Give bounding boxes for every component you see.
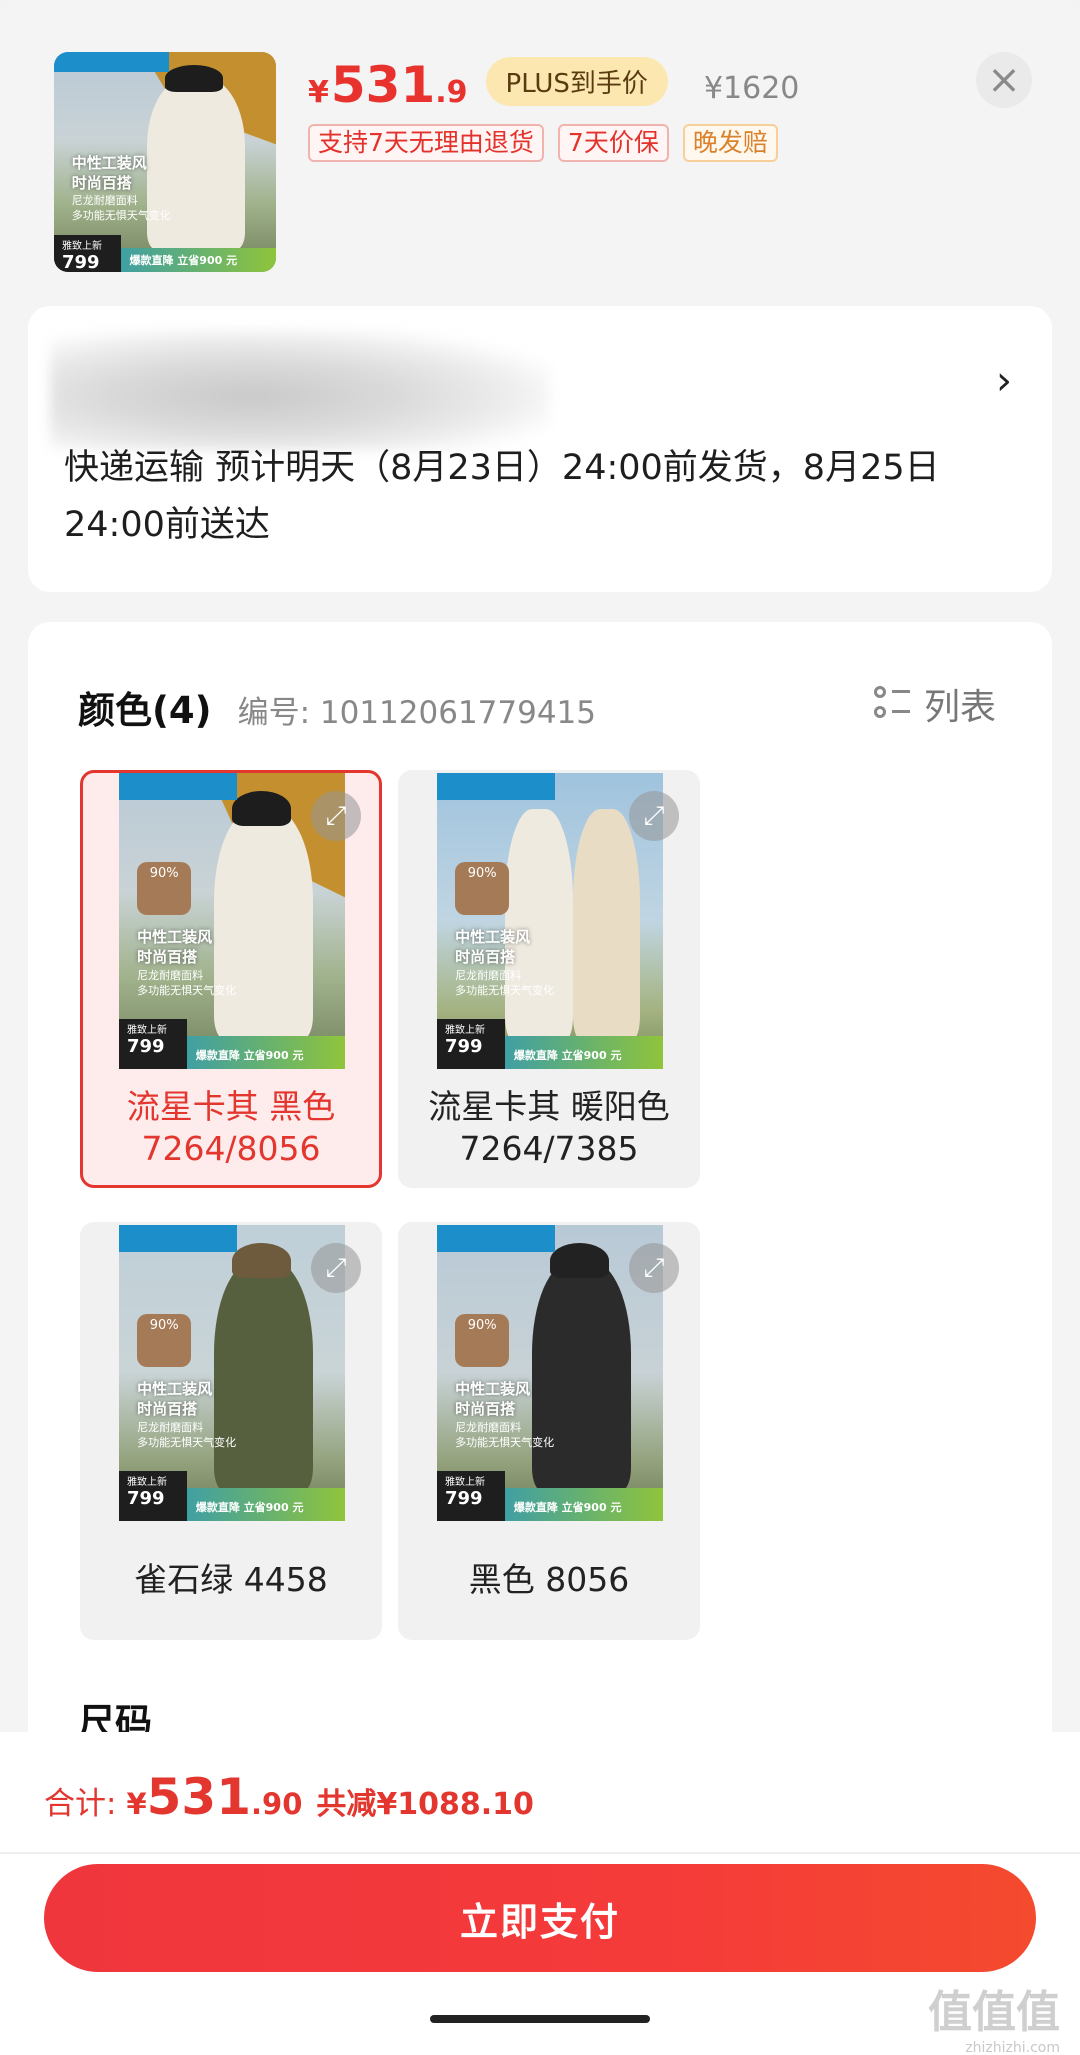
total-row: 合计: ¥ 531 .90 共减¥1088.10 xyxy=(44,1768,534,1826)
watermark: 值值值 zhizhizhi.com xyxy=(928,1976,1060,2055)
address-redacted xyxy=(50,330,550,450)
list-view-toggle[interactable]: 列表 xyxy=(874,678,996,730)
thumb-slogan-2: 时尚百搭 xyxy=(71,174,132,193)
pay-now-button[interactable]: 立即支付 xyxy=(44,1864,1036,1972)
thumb-price-label: 雅致上新 xyxy=(62,240,102,252)
expand-icon[interactable]: ⤢ xyxy=(629,791,679,841)
variant-label: 黑色 8056 xyxy=(468,1560,630,1599)
color-title: 颜色(4) xyxy=(78,689,212,732)
price-integer: 531 xyxy=(330,56,436,114)
variant-label: 雀石绿 4458 xyxy=(134,1560,328,1599)
variant-label: 流星卡其 黑色 7264/8056 xyxy=(126,1087,336,1168)
color-header: 颜色(4) 编号: 10112061779415 xyxy=(78,680,596,734)
total-currency: ¥ xyxy=(126,1787,147,1821)
color-option-khaki-black[interactable]: 90% 中性工装风 时尚百搭 尼龙耐磨面料 多功能无惧天气变化 雅致上新 799 爆款… xyxy=(80,770,382,1188)
list-icon xyxy=(874,686,910,722)
sku-number: 编号: 10112061779415 xyxy=(237,695,597,731)
chevron-right-icon[interactable]: › xyxy=(996,358,1012,404)
service-tags: 支持7天无理由退货 7天价保 晚发赔 xyxy=(308,124,778,162)
watermark-sub: zhizhizhi.com xyxy=(965,2040,1060,2055)
tag-price-protect[interactable]: 7天价保 xyxy=(557,124,669,162)
tag-late-compensation[interactable]: 晚发赔 xyxy=(682,124,778,162)
total-discount: 共减¥1088.10 xyxy=(316,1787,534,1822)
shipping-estimate: 快递运输 预计明天（8月23日）24:00前发货，8月25日24:00前送达 xyxy=(64,448,940,545)
total-decimal: .90 xyxy=(251,1787,303,1821)
original-price: ¥1620 xyxy=(703,71,800,106)
color-option-green[interactable]: 90% 中性工装风 时尚百搭 尼龙耐磨面料 多功能无惧天气变化 雅致上新 799 爆款… xyxy=(80,1222,382,1640)
watermark-text: 值值值 xyxy=(928,1987,1060,2038)
footer-divider xyxy=(0,1852,1080,1854)
total-integer: 531 xyxy=(146,1768,252,1826)
home-indicator[interactable] xyxy=(430,2015,650,2023)
thumb-sub-2: 多功能无惧天气变化 xyxy=(71,208,171,222)
total-label: 合计: xyxy=(44,1786,117,1822)
thumb-price: 799 xyxy=(62,251,100,272)
expand-icon[interactable]: ⤢ xyxy=(311,1243,361,1293)
variant-label: 流星卡其 暖阳色 7264/7385 xyxy=(428,1087,670,1168)
expand-icon[interactable]: ⤢ xyxy=(311,791,361,841)
shipping-card[interactable]: › 快递运输 预计明天（8月23日）24:00前发货，8月25日24:00前送达 xyxy=(28,306,1052,592)
color-option-khaki-warm[interactable]: 90% 中性工装风 时尚百搭 尼龙耐磨面料 多功能无惧天气变化 雅致上新 799 爆款… xyxy=(398,770,700,1188)
close-button[interactable]: × xyxy=(976,52,1032,108)
product-header: 中性工装风 时尚百搭 尼龙耐磨面料 多功能无惧天气变化 雅致上新 799 爆款直降 立… xyxy=(0,0,1080,290)
price-decimal: .9 xyxy=(435,75,468,110)
product-thumbnail[interactable]: 中性工装风 时尚百搭 尼龙耐磨面料 多功能无惧天气变化 雅致上新 799 爆款直降 立… xyxy=(54,52,276,272)
bottom-sheet: 中性工装风 时尚百搭 尼龙耐磨面料 多功能无惧天气变化 雅致上新 799 爆款直降 立… xyxy=(0,0,1080,2055)
tag-return[interactable]: 支持7天无理由退货 xyxy=(308,124,544,162)
thumb-slogan-1: 中性工装风 xyxy=(71,154,147,173)
color-option-black[interactable]: 90% 中性工装风 时尚百搭 尼龙耐磨面料 多功能无惧天气变化 雅致上新 799 爆款… xyxy=(398,1222,700,1640)
price-row: ¥ 531 .9 PLUS到手价 ¥1620 xyxy=(308,54,799,114)
checkout-footer: 合计: ¥ 531 .90 共减¥1088.10 立即支付 值值值 zhizhi… xyxy=(0,1732,1080,2055)
current-price: ¥ 531 .9 xyxy=(308,56,468,114)
close-icon: × xyxy=(987,57,1021,103)
thumb-promo: 爆款直降 立省900 元 xyxy=(129,253,238,267)
plus-price-badge: PLUS到手价 xyxy=(485,57,668,106)
list-toggle-label: 列表 xyxy=(924,687,997,728)
price-currency: ¥ xyxy=(308,75,329,110)
expand-icon[interactable]: ⤢ xyxy=(629,1243,679,1293)
product-image: 中性工装风 时尚百搭 尼龙耐磨面料 多功能无惧天气变化 雅致上新 799 爆款直降 立… xyxy=(54,52,276,272)
thumb-sub-1: 尼龙耐磨面料 xyxy=(71,193,138,207)
